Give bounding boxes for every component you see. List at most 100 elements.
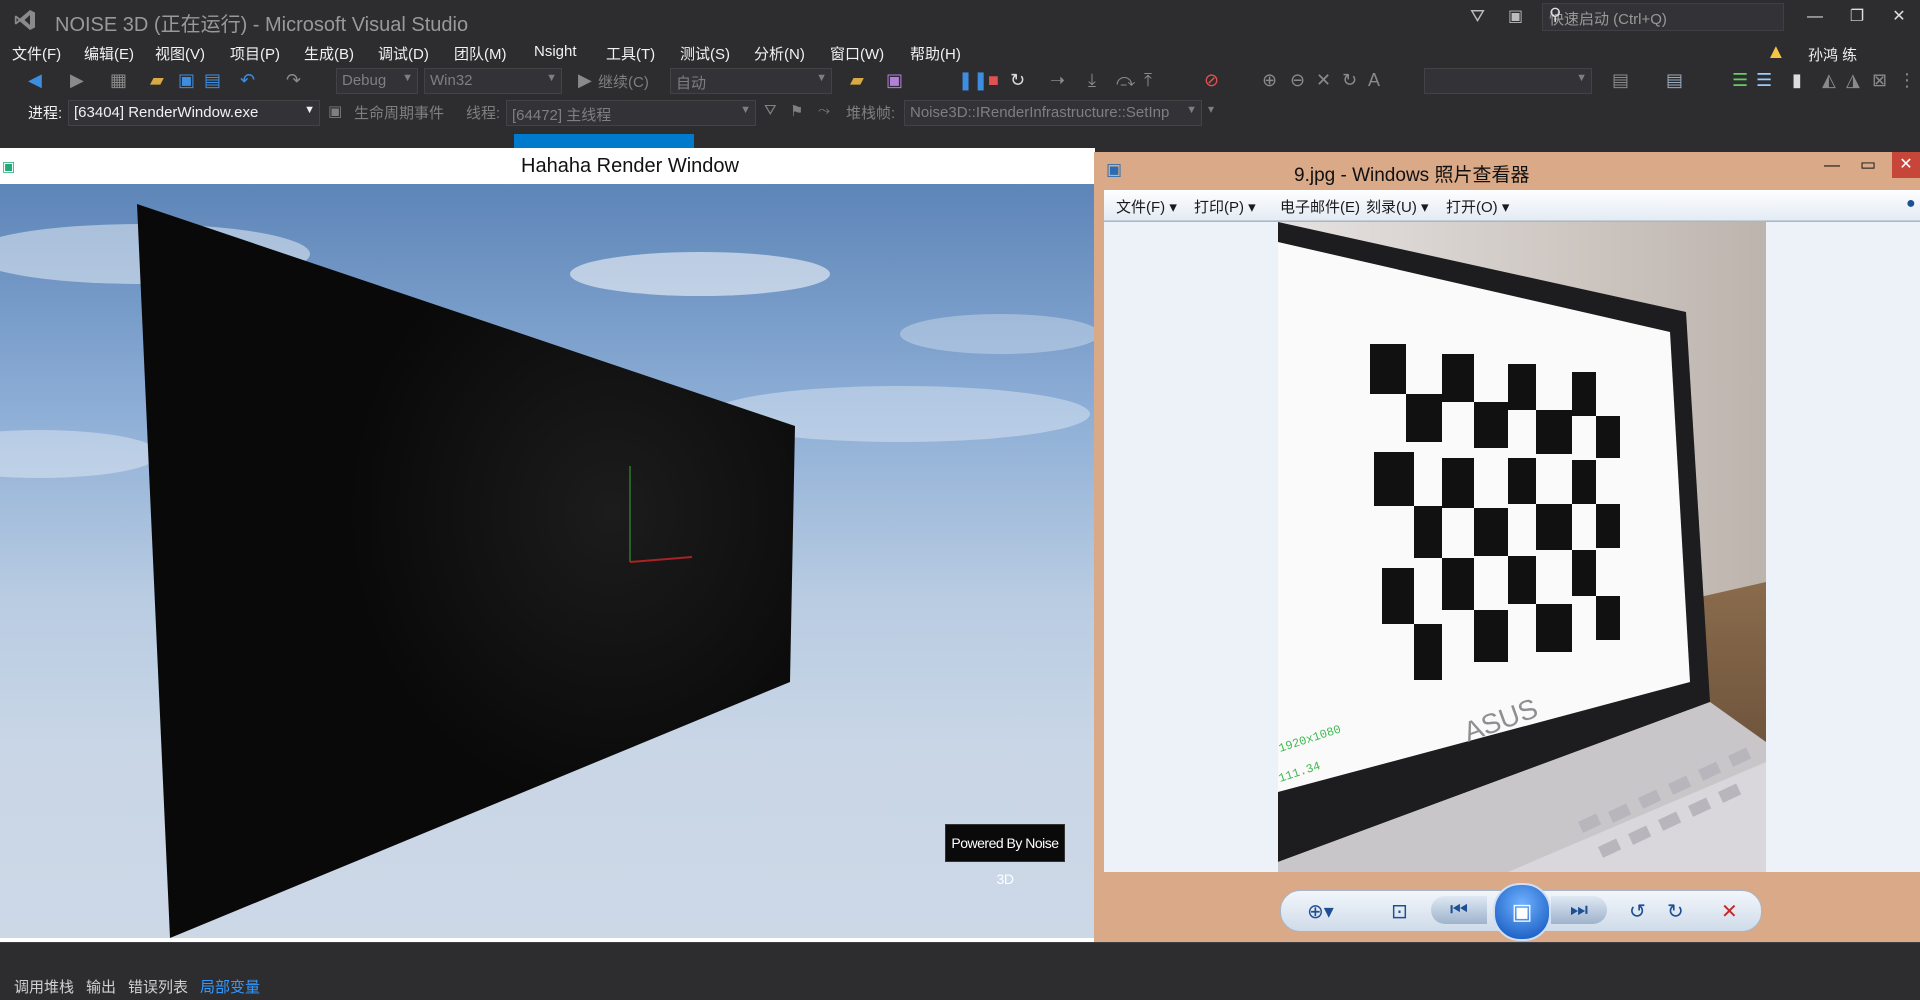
- rotate-left-icon[interactable]: ↺: [1629, 899, 1646, 924]
- tab-error-list[interactable]: 错误列表: [128, 976, 188, 997]
- save-icon[interactable]: ▣: [178, 70, 195, 91]
- photo-viewer-menu-bar: 文件(F) ▾ 打印(P) ▾ 电子邮件(E) 刻录(U) ▾ 打开(O) ▾ …: [1104, 190, 1920, 221]
- lifecycle-events-label[interactable]: 生命周期事件: [354, 102, 444, 123]
- visual-studio-logo-icon: [14, 10, 36, 30]
- bookmark-icon[interactable]: ▮: [1792, 70, 1802, 91]
- tab-call-stack[interactable]: 调用堆栈: [14, 976, 74, 997]
- delete-icon[interactable]: ✕: [1721, 899, 1738, 924]
- step-into-icon[interactable]: ⤓: [1088, 70, 1096, 91]
- show-next-statement-icon[interactable]: ➝: [1050, 70, 1065, 91]
- solution-config-select[interactable]: Debug ▼: [336, 68, 418, 94]
- rotate-right-icon[interactable]: ↻: [1667, 899, 1684, 924]
- zoom-icon[interactable]: ⊕▾: [1307, 899, 1334, 924]
- save-all-icon[interactable]: ▤: [204, 70, 221, 91]
- render-window: ▣ Hahaha Render Window Powered By Noise …: [0, 148, 1095, 942]
- menu-view[interactable]: 视图(V): [155, 43, 205, 64]
- process-select[interactable]: [63404] RenderWindow.exe ▼: [68, 100, 320, 126]
- warning-icon[interactable]: ▲: [1766, 41, 1786, 64]
- break-all-icon[interactable]: ❚❚: [958, 70, 988, 91]
- step-out-icon[interactable]: ⤒: [1144, 70, 1152, 91]
- back-icon[interactable]: ◀: [28, 70, 42, 91]
- photo-image: ASUS 1920x1080 111.34: [1278, 222, 1766, 872]
- find-in-files-icon[interactable]: ▰: [850, 70, 864, 91]
- menu-file[interactable]: 文件(F): [12, 43, 61, 64]
- pv-minimize-button[interactable]: —: [1824, 157, 1840, 175]
- photo-viewer-title: 9.jpg - Windows 照片查看器: [1294, 165, 1530, 186]
- tab-output[interactable]: 输出: [86, 976, 116, 997]
- search-icon[interactable]: ⚲: [1549, 5, 1777, 25]
- font-icon[interactable]: A: [1368, 70, 1380, 91]
- toolbar-icon-d[interactable]: ↻: [1342, 70, 1357, 91]
- forward-icon[interactable]: ▶: [70, 70, 84, 91]
- bookmark-clear-icon[interactable]: ⊠: [1872, 70, 1887, 91]
- next-icon[interactable]: ⏭: [1551, 896, 1607, 924]
- toolbar-icon-a[interactable]: ⊕: [1262, 70, 1277, 91]
- pv-menu-email[interactable]: 电子邮件(E): [1280, 196, 1360, 217]
- bookmark-prev-icon[interactable]: ◭: [1822, 70, 1836, 91]
- comment-icon[interactable]: ☰: [1756, 70, 1772, 91]
- pv-menu-print[interactable]: 打印(P) ▾: [1194, 196, 1256, 217]
- redo-icon[interactable]: ↷: [286, 70, 301, 91]
- indent-icon[interactable]: ☰: [1732, 70, 1748, 91]
- tab-locals[interactable]: 局部变量: [200, 976, 260, 997]
- menu-analyze[interactable]: 分析(N): [754, 43, 805, 64]
- browser-link-icon[interactable]: ▣: [886, 70, 903, 91]
- thread-select[interactable]: [64472] 主线程 ▼: [506, 100, 756, 126]
- render-window-title: Hahaha Render Window: [521, 155, 739, 177]
- pv-maximize-button[interactable]: ▭: [1860, 155, 1876, 175]
- notification-filter-icon[interactable]: ⛛: [1470, 6, 1485, 27]
- active-document-tab[interactable]: [514, 134, 694, 148]
- slideshow-icon[interactable]: ▣: [1493, 883, 1551, 941]
- close-button[interactable]: ✕: [1882, 4, 1916, 30]
- undo-icon[interactable]: ↶: [240, 70, 255, 91]
- toolbar-icon-c[interactable]: ✕: [1316, 70, 1331, 91]
- toolbar-icon-b[interactable]: ⊖: [1290, 70, 1305, 91]
- new-project-icon[interactable]: ▦: [110, 70, 127, 91]
- menu-team[interactable]: 团队(M): [454, 43, 507, 64]
- stop-debugging-icon[interactable]: ■: [988, 70, 999, 91]
- render-viewport[interactable]: Powered By Noise 3D: [0, 184, 1095, 938]
- stack-frame-select[interactable]: Noise3D::IRenderInfrastructure::SetInp ▼: [904, 100, 1202, 126]
- step-over-icon[interactable]: ⤼: [1116, 70, 1135, 91]
- menu-test[interactable]: 测试(S): [680, 43, 730, 64]
- toolbar-overflow-icon[interactable]: ⋮: [1898, 70, 1916, 91]
- menu-tools[interactable]: 工具(T): [606, 43, 655, 64]
- continue-icon[interactable]: ▶: [578, 70, 592, 91]
- continue-label[interactable]: 继续(C): [598, 71, 649, 92]
- menu-nsight[interactable]: Nsight: [534, 43, 577, 60]
- menu-build[interactable]: 生成(B): [304, 43, 354, 64]
- menu-help[interactable]: 帮助(H): [910, 43, 961, 64]
- stack-frame-icon[interactable]: ⤳: [818, 102, 830, 119]
- menu-window[interactable]: 窗口(W): [830, 43, 884, 64]
- menu-debug[interactable]: 调试(D): [378, 43, 429, 64]
- lifecycle-icon[interactable]: ▣: [328, 102, 342, 120]
- toolbar-overflow-icon[interactable]: ▾: [1208, 102, 1214, 116]
- flag-icon[interactable]: ⚑: [790, 102, 803, 120]
- help-icon[interactable]: ●: [1906, 195, 1916, 213]
- platform-select[interactable]: Win32 ▼: [424, 68, 562, 94]
- actual-size-icon[interactable]: ⊡: [1391, 899, 1408, 924]
- pv-close-button[interactable]: ✕: [1892, 152, 1920, 178]
- minimize-button[interactable]: —: [1798, 4, 1832, 30]
- restore-button[interactable]: ❐: [1840, 4, 1874, 30]
- menu-project[interactable]: 项目(P): [230, 43, 280, 64]
- toolbar-empty-select[interactable]: ▼: [1424, 68, 1592, 94]
- breakpoints-icon[interactable]: ⊘: [1204, 70, 1219, 91]
- pv-menu-open[interactable]: 打开(O) ▾: [1446, 196, 1509, 217]
- debug-location-toolbar: 进程: [63404] RenderWindow.exe ▼ ▣ 生命周期事件 线…: [0, 98, 1920, 126]
- flag-threads-icon[interactable]: ⛛: [764, 102, 777, 119]
- feedback-icon[interactable]: ▣: [1508, 6, 1523, 26]
- previous-icon[interactable]: ⏮: [1431, 896, 1487, 924]
- photo-viewer-toolbar: ⊕▾ ⊡ ⏮ ▣ ⏭ ↺ ↻ ✕: [1280, 883, 1762, 941]
- quick-launch-input[interactable]: 快速启动 (Ctrl+Q) ⚲: [1542, 3, 1784, 31]
- bookmark-next-icon[interactable]: ◮: [1846, 70, 1860, 91]
- pv-menu-file[interactable]: 文件(F) ▾: [1116, 196, 1177, 217]
- toolbar-icon-e[interactable]: ▤: [1612, 70, 1629, 91]
- open-file-icon[interactable]: ▰: [150, 70, 164, 91]
- menu-edit[interactable]: 编辑(E): [84, 43, 134, 64]
- toolbar-icon-f[interactable]: ▤: [1666, 70, 1683, 91]
- restart-icon[interactable]: ↻: [1010, 70, 1025, 91]
- auto-select[interactable]: 自动 ▼: [670, 68, 832, 94]
- user-account[interactable]: 孙鸿 练: [1808, 44, 1857, 65]
- pv-menu-burn[interactable]: 刻录(U) ▾: [1366, 196, 1429, 217]
